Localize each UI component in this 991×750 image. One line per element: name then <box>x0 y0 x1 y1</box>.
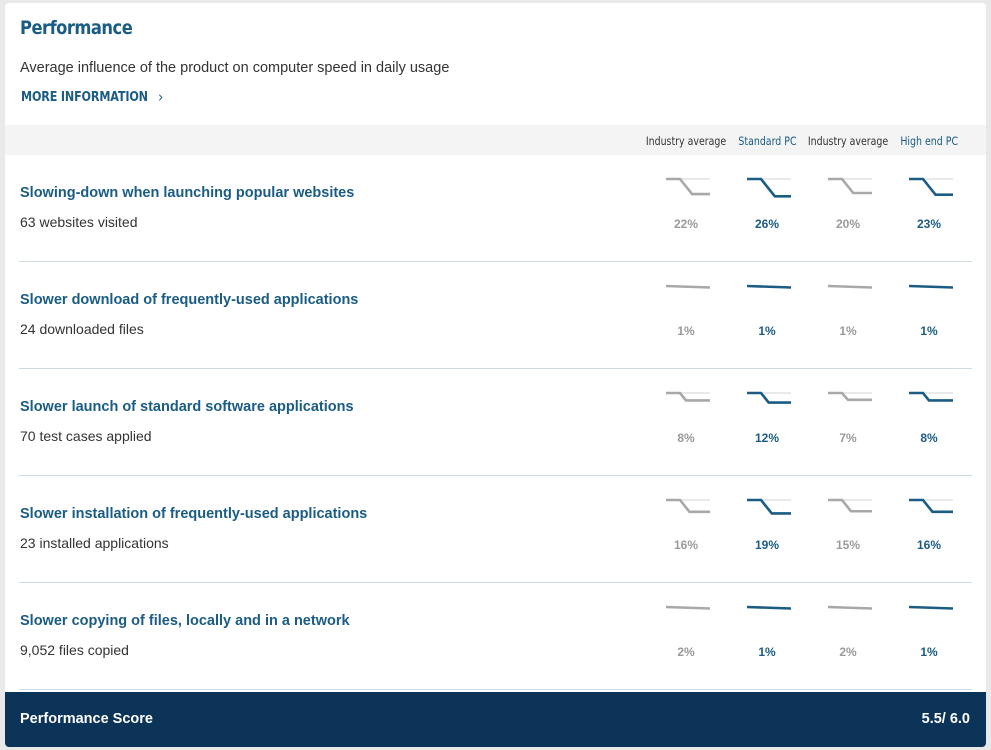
impact-value: 20% <box>835 217 861 231</box>
impact-value: 2% <box>677 645 695 659</box>
column-header-label: High end PC <box>900 134 958 148</box>
section-title: Performance <box>20 17 133 39</box>
impact-value: 23% <box>916 217 942 231</box>
test-name: Slower launch of standard software appli… <box>20 399 354 415</box>
impact-value: 8% <box>677 431 695 445</box>
impact-cell: 1% <box>808 262 888 369</box>
test-name: Slowing-down when launching popular webs… <box>20 185 355 201</box>
performance-card: Performance Average influence of the pro… <box>5 3 986 747</box>
test-row: Slower download of frequently-used appli… <box>5 262 986 369</box>
column-header-label: Industry average <box>807 134 889 148</box>
slowdown-graph-icon <box>828 391 872 402</box>
impact-value: 16% <box>916 538 942 552</box>
slowdown-graph-icon <box>747 177 791 198</box>
impact-cell: 1% <box>727 262 807 369</box>
slowdown-graph-icon <box>909 498 953 514</box>
impact-value: 19% <box>754 538 780 552</box>
impact-cell: 23% <box>889 155 969 262</box>
impact-value: 1% <box>920 645 938 659</box>
impact-cell: 16% <box>646 476 726 583</box>
slowdown-graph-icon <box>666 284 710 289</box>
slowdown-graph-icon <box>666 177 710 196</box>
impact-cell: 19% <box>727 476 807 583</box>
impact-value: 26% <box>754 217 780 231</box>
impact-value: 1% <box>920 324 938 338</box>
more-information-label: MORE INFORMATION <box>21 89 148 105</box>
impact-value: 1% <box>758 324 776 338</box>
slowdown-graph-icon <box>666 498 710 514</box>
slowdown-graph-icon <box>666 605 710 610</box>
impact-cell: 8% <box>889 369 969 476</box>
slowdown-graph-icon <box>909 605 953 610</box>
slowdown-graph-icon <box>747 391 791 404</box>
impact-cell: 8% <box>646 369 726 476</box>
slowdown-graph-icon <box>909 391 953 402</box>
slowdown-graph-icon <box>828 177 872 195</box>
impact-cell: 22% <box>646 155 726 262</box>
score-footer: Performance Score 5.5/ 6.0 <box>5 692 986 747</box>
slowdown-graph-icon <box>747 498 791 515</box>
test-row: Slower installation of frequently-used a… <box>5 476 986 583</box>
impact-value: 16% <box>673 538 699 552</box>
impact-value: 1% <box>758 645 776 659</box>
slowdown-graph-icon <box>666 391 710 402</box>
test-detail: 24 downloaded files <box>20 321 144 337</box>
test-detail: 70 test cases applied <box>20 428 152 444</box>
section-subtitle: Average influence of the product on comp… <box>20 60 450 76</box>
chevron-right-icon: › <box>158 88 164 106</box>
test-detail: 23 installed applications <box>20 535 169 551</box>
impact-cell: 15% <box>808 476 888 583</box>
test-name: Slower copying of files, locally and in … <box>20 613 350 629</box>
slowdown-graph-icon <box>909 177 953 196</box>
slowdown-graph-icon <box>828 605 872 610</box>
slowdown-graph-icon <box>747 605 791 610</box>
test-name: Slower download of frequently-used appli… <box>20 292 359 308</box>
test-detail: 9,052 files copied <box>20 642 129 658</box>
impact-cell: 1% <box>889 262 969 369</box>
impact-value: 2% <box>839 645 857 659</box>
score-value: 5.5/ 6.0 <box>921 711 970 727</box>
column-header-label: Standard PC <box>737 134 797 148</box>
impact-cell: 2% <box>808 583 888 690</box>
impact-cell: 16% <box>889 476 969 583</box>
test-name: Slower installation of frequently-used a… <box>20 506 368 522</box>
test-row: Slowing-down when launching popular webs… <box>5 155 986 262</box>
impact-cell: 1% <box>727 583 807 690</box>
column-header-4: High end PC <box>879 134 979 148</box>
slowdown-graph-icon <box>828 498 872 513</box>
impact-cell: 12% <box>727 369 807 476</box>
column-header-label: Industry average <box>645 134 727 148</box>
slowdown-graph-icon <box>747 284 791 289</box>
impact-cell: 26% <box>727 155 807 262</box>
more-information-link[interactable]: MORE INFORMATION › <box>21 88 163 106</box>
slowdown-graph-icon <box>909 284 953 289</box>
impact-value: 15% <box>835 538 861 552</box>
row-divider <box>19 689 972 690</box>
impact-value: 8% <box>920 431 938 445</box>
impact-value: 22% <box>673 217 699 231</box>
score-label: Performance Score <box>20 711 153 727</box>
slowdown-graph-icon <box>828 284 872 289</box>
test-row: Slower launch of standard software appli… <box>5 369 986 476</box>
impact-value: 12% <box>754 431 780 445</box>
impact-cell: 1% <box>646 262 726 369</box>
test-detail: 63 websites visited <box>20 214 138 230</box>
impact-value: 1% <box>839 324 857 338</box>
impact-cell: 2% <box>646 583 726 690</box>
impact-cell: 1% <box>889 583 969 690</box>
impact-value: 1% <box>677 324 695 338</box>
impact-value: 7% <box>839 431 857 445</box>
test-row: Slower copying of files, locally and in … <box>5 583 986 690</box>
impact-cell: 7% <box>808 369 888 476</box>
impact-cell: 20% <box>808 155 888 262</box>
